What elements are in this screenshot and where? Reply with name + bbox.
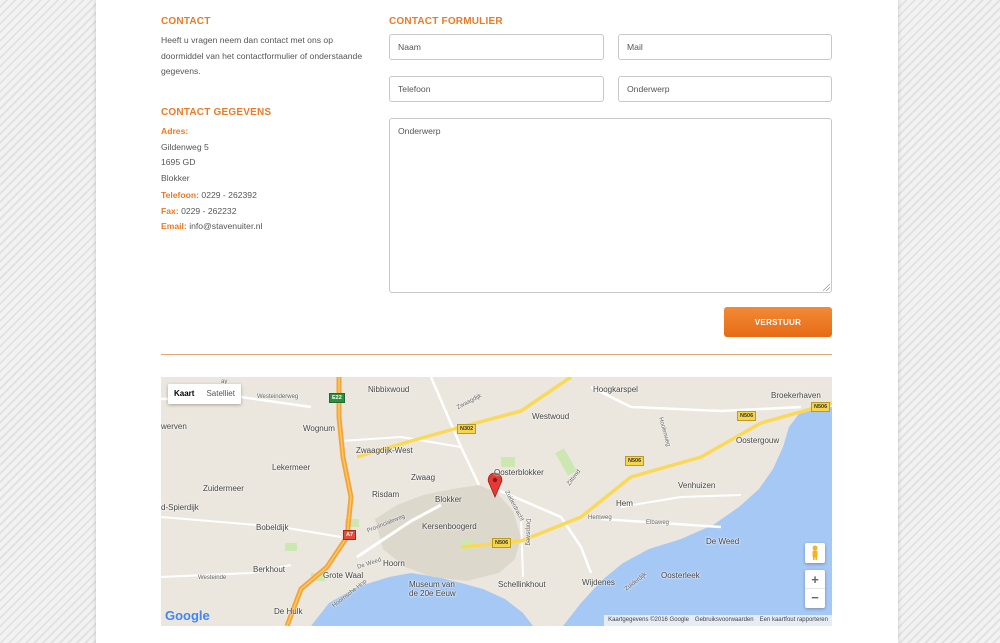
- place-label: Bobeldijk: [256, 523, 289, 532]
- google-logo[interactable]: Google: [165, 608, 210, 623]
- email-label: Email:: [161, 221, 187, 231]
- zoom-out-button[interactable]: −: [805, 589, 825, 608]
- place-label: De Weed: [706, 537, 740, 546]
- google-map[interactable]: Nibbixwoud Hoogkarspel Broekerhaven West…: [161, 377, 832, 626]
- road-shield-n506: N506: [737, 411, 757, 421]
- place-label: Blokker: [435, 495, 462, 504]
- road-label: Hemweg: [588, 515, 612, 521]
- map-data-credit: Kaartgegevens ©2016 Google: [608, 617, 689, 623]
- fax-value: 0229 - 262232: [181, 205, 237, 216]
- road-shield-n506: N506: [811, 402, 831, 412]
- park-1: [501, 457, 515, 467]
- address-city: Blokker: [161, 172, 190, 183]
- mail-input[interactable]: [618, 34, 832, 60]
- place-label: De Hulk: [274, 607, 303, 616]
- contact-intro: Heeft u vragen neem dan contact met ons …: [161, 35, 363, 76]
- place-label: Oostergouw: [736, 436, 780, 445]
- submit-button[interactable]: VERSTUUR: [724, 307, 832, 337]
- zoom-control: + −: [805, 570, 825, 608]
- road-label: Dorpsweg: [524, 518, 531, 546]
- road-west: [161, 516, 342, 538]
- fax-label: Fax:: [161, 205, 179, 216]
- road-shield-n506: N506: [625, 456, 645, 466]
- road-label: Westeinde: [198, 575, 227, 581]
- place-label: Schellinkhout: [498, 580, 546, 589]
- place-label: Venhuizen: [678, 481, 716, 490]
- email-row: Email: info@stavenuiter.nl: [161, 219, 376, 235]
- place-label: Grote Waal: [323, 571, 364, 580]
- place-label: Zwaag: [411, 473, 436, 482]
- pegman-icon: [812, 545, 818, 560]
- address-block: Adres: Gildenweg 5 1695 GD Blokker: [161, 124, 376, 186]
- map-type-kaart-button[interactable]: Kaart: [168, 384, 200, 404]
- map-type-control: Kaart Satelliet: [168, 384, 241, 404]
- road-shield-n302: N302: [457, 424, 477, 434]
- place-label: Oosterblokker: [494, 468, 544, 477]
- road-a7: [284, 377, 354, 626]
- place-label: Lekermeer: [272, 463, 311, 472]
- place-label: Westwoud: [532, 412, 570, 421]
- road-shield-e22: E22: [329, 393, 345, 403]
- zoom-in-button[interactable]: +: [805, 570, 825, 589]
- section-divider: [161, 354, 832, 355]
- email-value: info@stavenuiter.nl: [189, 221, 263, 231]
- place-label: Wognum: [303, 424, 335, 433]
- address-street: Gildenweg 5: [161, 141, 209, 152]
- place-label: werven: [161, 422, 187, 431]
- subject-input[interactable]: [618, 76, 832, 102]
- google-logo-text: Google: [165, 608, 210, 623]
- fax-row: Fax: 0229 - 262232: [161, 204, 376, 220]
- road-elbaweg: [620, 494, 742, 508]
- phone-block: Telefoon: 0229 - 262392 Fax: 0229 - 2622…: [161, 188, 376, 235]
- place-label: Zwaagdijk-West: [356, 446, 413, 455]
- park-4: [285, 543, 297, 551]
- address-postcode: 1695 GD: [161, 157, 196, 167]
- place-label: Wijdenes: [582, 578, 615, 587]
- place-label: Hoorn: [383, 559, 405, 568]
- road-shield-a7: A7: [343, 530, 357, 540]
- contact-form-heading: CONTACT FORMULIER: [389, 16, 503, 27]
- place-label: Broekerhaven: [771, 391, 821, 400]
- name-input[interactable]: [389, 34, 604, 60]
- message-textarea[interactable]: [389, 118, 832, 293]
- map-attribution: Kaartgegevens ©2016 Google Gebruiksvoorw…: [604, 615, 832, 626]
- report-error-link[interactable]: Een kaartfout rapporteren: [760, 615, 828, 626]
- phone-label: Telefoon:: [161, 190, 200, 200]
- place-label: Oosterleek: [661, 571, 700, 580]
- map-type-satellite-button[interactable]: Satelliet: [200, 384, 240, 404]
- road-label: Elbaweg: [646, 520, 670, 526]
- road-label: Westeinderweg: [257, 394, 299, 400]
- road-shield-n506: N506: [492, 538, 512, 548]
- place-label: Nibbixwoud: [368, 385, 410, 394]
- map-base-layer: [161, 377, 832, 626]
- place-label: Berkhout: [253, 565, 286, 574]
- place-label: Kersenboogerd: [422, 522, 477, 531]
- place-label: Risdam: [372, 490, 400, 499]
- street-view-pegman[interactable]: [805, 543, 825, 563]
- terms-link[interactable]: Gebruiksvoorwaarden: [695, 615, 754, 626]
- contact-details-heading: CONTACT GEGEVENS: [161, 107, 272, 118]
- place-label: Hoogkarspel: [593, 385, 638, 394]
- place-label: Museum van de 20e Eeuw: [409, 580, 456, 598]
- phone-row: Telefoon: 0229 - 262392: [161, 188, 376, 204]
- place-label: d-Spierdijk: [161, 503, 199, 512]
- place-label: Zuidermeer: [203, 484, 244, 493]
- contact-heading: CONTACT: [161, 16, 211, 27]
- textarea-resize-handle[interactable]: [823, 284, 830, 291]
- address-label: Adres:: [161, 126, 189, 136]
- phone-value: 0229 - 262392: [201, 190, 257, 200]
- road-dorpsweg: [520, 516, 524, 578]
- place-label: Hem: [616, 499, 633, 508]
- phone-input[interactable]: [389, 76, 604, 102]
